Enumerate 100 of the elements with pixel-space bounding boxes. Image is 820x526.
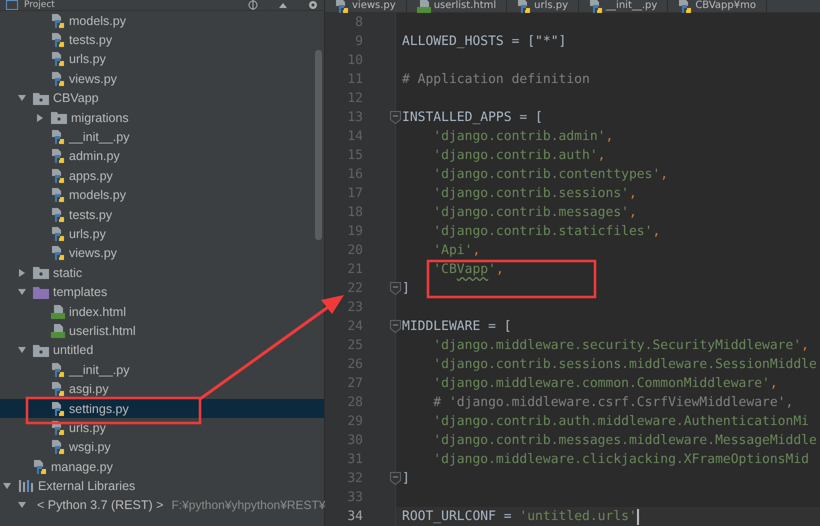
html-file-icon (416, 0, 431, 14)
settings-icon[interactable] (308, 0, 318, 10)
code-line: 'django.contrib.messages.middleware.MessageMiddle (432, 433, 817, 448)
tree-item-label: settings.py (69, 402, 129, 416)
tree-item-label: tests.py (69, 208, 112, 222)
code-editor[interactable] (325, 13, 820, 526)
fold-marker-icon[interactable] (390, 320, 401, 333)
tree-row[interactable]: External Libraries (0, 476, 324, 496)
tree-item-label: static (53, 266, 82, 280)
code-line: ROOT_URLCONF = 'untitled.urls' (402, 509, 637, 524)
collapsed-arrow-icon[interactable] (35, 112, 45, 123)
tree-item-label: templates (53, 285, 108, 300)
expanded-arrow-icon[interactable] (2, 481, 12, 492)
editor-tab[interactable]: urls.py (507, 0, 580, 12)
tree-row[interactable]: tests.py (0, 204, 324, 224)
tree-item-label: < Python 3.7 (REST) > (37, 498, 164, 512)
tree-row[interactable]: asgi.py (0, 379, 324, 399)
tree-item-label: urls.py (69, 226, 106, 241)
code-line: 'django.middleware.common.CommonMiddleware', (432, 376, 778, 391)
code-line: ] (402, 471, 410, 486)
tree-row[interactable]: urls.py (0, 50, 324, 70)
python-file-icon (51, 439, 65, 456)
tree-row[interactable]: urls.py (0, 224, 324, 244)
tree-row[interactable]: models.py (0, 11, 324, 30)
editor-tab[interactable]: views.py (325, 0, 407, 12)
editor-tab[interactable]: __init__.py (579, 0, 668, 12)
python-file-icon (51, 362, 65, 378)
tree-row[interactable]: index.html (0, 302, 324, 322)
editor-tab[interactable]: CBVapp¥mo (668, 0, 767, 12)
tree-row[interactable]: apps.py (0, 166, 324, 186)
tree-row[interactable]: < Python 3.7 (REST) > F:¥python¥yhpython¥REST¥ (0, 496, 324, 516)
python-file-icon (51, 168, 65, 184)
code-line: 'CBVapp', (432, 262, 504, 277)
tree-row[interactable]: manage.py (0, 456, 324, 476)
editor-tab[interactable]: userlist.html (406, 0, 508, 12)
expanded-arrow-icon[interactable] (17, 287, 27, 298)
project-icon (6, 0, 18, 10)
tree-item-label: userlist.html (69, 324, 136, 338)
tree-row[interactable]: __init__.py (0, 360, 324, 380)
tree-item-label: urls.py (69, 420, 106, 435)
tree-item-label: __init__.py (69, 130, 130, 144)
tree-row[interactable]: wsgi.py (0, 438, 324, 457)
tree-row[interactable]: untitled (0, 340, 324, 360)
python-file-icon (51, 32, 65, 48)
tree-row[interactable]: models.py (0, 186, 324, 205)
tree-item-label: migrations (71, 110, 129, 125)
tree-item-label: urls.py (69, 52, 106, 66)
tree-row[interactable]: tests.py (0, 30, 324, 50)
panel-title: Project (24, 0, 55, 10)
folder-icon (33, 92, 49, 105)
scrollbar-thumb[interactable] (315, 50, 322, 240)
python-file-icon (589, 0, 604, 14)
target-icon[interactable] (248, 0, 258, 10)
tree-item-label: apps.py (69, 168, 113, 183)
tree-item-label: views.py (69, 72, 117, 86)
code-line: ] (402, 281, 410, 296)
code-line: INSTALLED_APPS = [ (402, 110, 543, 125)
fold-marker-icon[interactable] (390, 282, 401, 295)
tree-row[interactable]: admin.py (0, 146, 324, 166)
tree-item-label: External Libraries (38, 479, 136, 494)
tree-row[interactable]: __init__.py (0, 127, 324, 147)
selected-tree-row[interactable]: settings.py (0, 398, 324, 418)
code-line: 'django.contrib.sessions.middleware.SessionMiddle (432, 357, 817, 372)
collapsed-arrow-icon[interactable] (17, 268, 27, 278)
code-line: 'django.contrib.auth', (432, 148, 606, 163)
code-line: 'django.contrib.auth.middleware.AuthenticationMi (432, 414, 809, 429)
python-file-icon (33, 458, 47, 475)
html-file-icon (51, 304, 65, 320)
python-file-icon (51, 400, 65, 416)
tree-row[interactable]: static (0, 263, 324, 282)
folder-icon (51, 111, 67, 124)
tree-item-label: views.py (69, 246, 117, 260)
tree-item-label: CBVapp (53, 91, 99, 106)
tree-item-label: wsgi.py (69, 440, 111, 454)
tree-row[interactable]: CBVapp (0, 88, 324, 108)
tree-item-label: manage.py (51, 460, 113, 474)
expanded-arrow-icon[interactable] (17, 93, 27, 104)
sdk-path: F:¥python¥yhpython¥REST¥ (171, 498, 326, 512)
tree-row[interactable]: urls.py (0, 418, 324, 438)
line-number: 34 (346, 509, 363, 524)
tree-row[interactable]: views.py (0, 69, 324, 89)
code-line: 'django.contrib.messages', (432, 205, 637, 220)
tree-row[interactable]: migrations (0, 108, 324, 128)
tree-item-label: admin.py (69, 149, 120, 164)
python-file-icon (51, 206, 65, 223)
tree-item-label: models.py (69, 14, 126, 28)
expanded-arrow-icon[interactable] (17, 345, 27, 356)
python-file-icon (51, 187, 65, 204)
python-file-icon (51, 12, 65, 29)
tree-item-label: __init__.py (69, 362, 130, 377)
fold-marker-icon[interactable] (390, 111, 401, 124)
python-file-icon (51, 381, 65, 398)
expanded-arrow-icon[interactable] (17, 500, 27, 510)
tree-row[interactable]: views.py (0, 244, 324, 264)
tree-row[interactable]: templates (0, 282, 324, 302)
tree-row[interactable]: userlist.html (0, 321, 324, 341)
python-file-icon (517, 0, 532, 14)
python-file-icon (51, 226, 65, 242)
fold-marker-icon[interactable] (390, 472, 401, 485)
tree-item-label: index.html (69, 304, 126, 319)
